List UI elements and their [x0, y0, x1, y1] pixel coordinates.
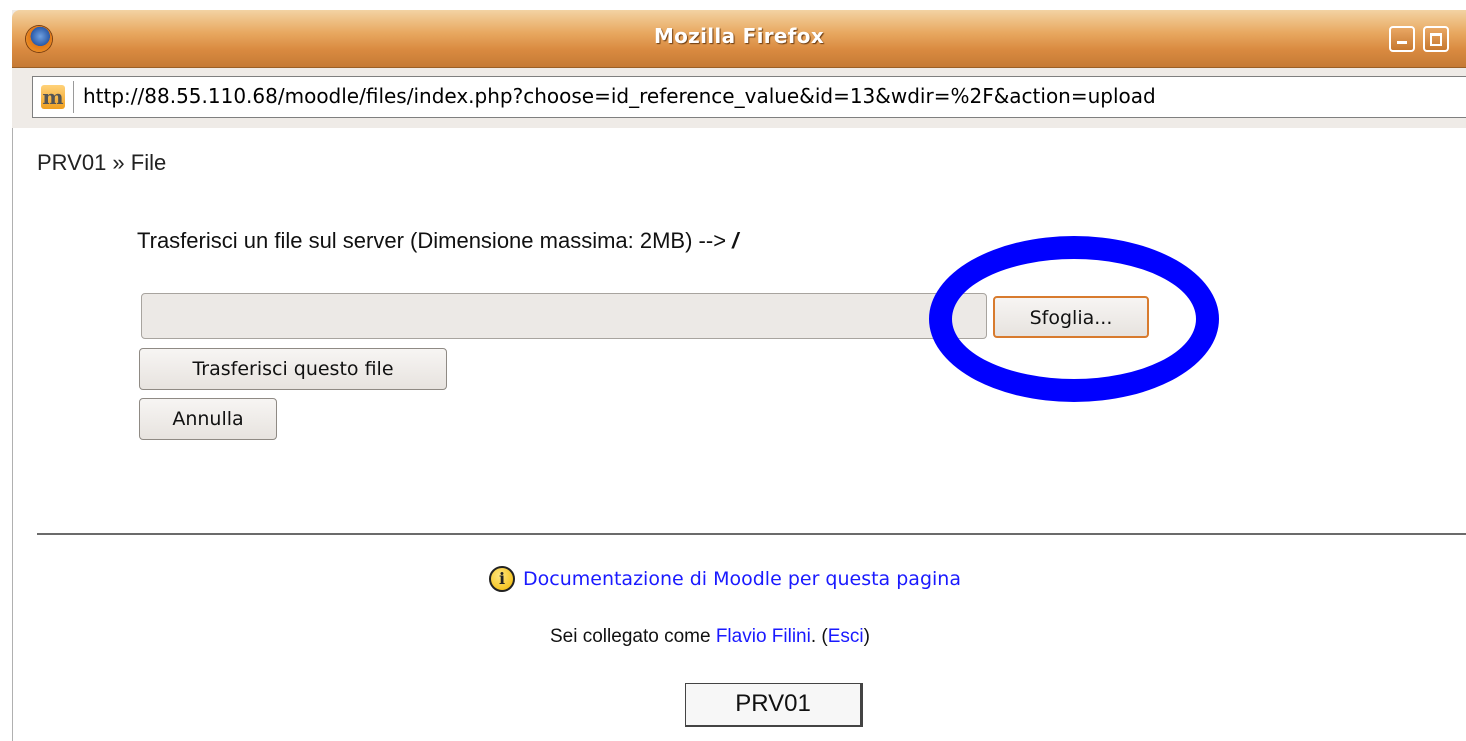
moodle-icon: m [41, 85, 65, 109]
maximize-button[interactable] [1423, 26, 1449, 52]
info-icon: i [489, 566, 515, 592]
moodle-docs-link[interactable]: Documentazione di Moodle per questa pagi… [523, 568, 961, 590]
doc-row: i Documentazione di Moodle per questa pag… [489, 566, 961, 592]
upload-heading-text: Trasferisci un file sul server (Dimensio… [137, 228, 733, 253]
login-mid: . ( [810, 626, 828, 647]
maximize-icon [1430, 33, 1442, 46]
browse-button[interactable]: Sfoglia... [993, 296, 1149, 338]
upload-heading: Trasferisci un file sul server (Dimensio… [137, 228, 738, 254]
divider [37, 533, 1466, 535]
minimize-icon [1397, 41, 1407, 44]
minimize-button[interactable] [1389, 26, 1415, 52]
login-prefix: Sei collegato come [550, 626, 716, 647]
logout-link[interactable]: Esci [828, 626, 864, 647]
url-text[interactable]: http://88.55.110.68/moodle/files/index.p… [83, 84, 1156, 108]
file-path-input[interactable] [141, 293, 987, 339]
address-bar: m http://88.55.110.68/moodle/files/index… [12, 68, 1466, 128]
upload-path: / [732, 228, 739, 253]
url-field[interactable]: m http://88.55.110.68/moodle/files/index… [32, 76, 1466, 118]
login-info: Sei collegato come Flavio Filini. (Esci) [550, 626, 870, 648]
login-suffix: ) [863, 626, 870, 647]
page-content: PRV01 » File Trasferisci un file sul ser… [12, 128, 1466, 741]
course-home-button[interactable]: PRV01 [685, 683, 863, 727]
breadcrumb: PRV01 » File [37, 150, 167, 175]
upload-file-button[interactable]: Trasferisci questo file [139, 348, 447, 390]
cancel-button[interactable]: Annulla [139, 398, 277, 440]
url-separator [73, 81, 74, 113]
title-bar: Mozilla Firefox [12, 10, 1466, 68]
user-profile-link[interactable]: Flavio Filini [716, 626, 811, 647]
window-title: Mozilla Firefox [653, 24, 825, 48]
